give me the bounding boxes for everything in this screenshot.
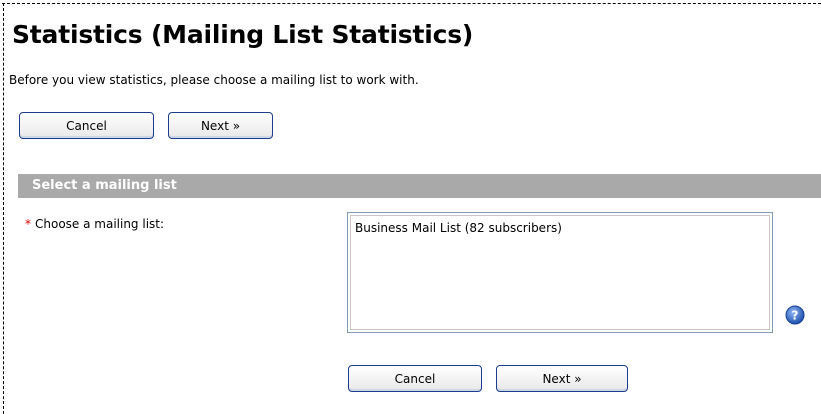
frame-border-top — [2, 3, 821, 4]
intro-text: Before you view statistics, please choos… — [9, 73, 419, 87]
list-option[interactable]: Business Mail List (82 subscribers) — [355, 221, 765, 235]
next-button-top[interactable]: Next » — [168, 112, 273, 139]
cancel-button-top[interactable]: Cancel — [19, 112, 154, 139]
page-title: Statistics (Mailing List Statistics) — [12, 20, 474, 49]
cancel-button-bottom[interactable]: Cancel — [348, 365, 482, 392]
help-icon[interactable]: ? — [785, 305, 805, 325]
required-marker: * — [25, 217, 31, 231]
section-header: Select a mailing list — [18, 174, 821, 198]
next-button-bottom[interactable]: Next » — [496, 365, 628, 392]
svg-text:?: ? — [792, 309, 799, 323]
frame-border-left — [3, 3, 4, 414]
field-label-text: Choose a mailing list: — [35, 217, 165, 231]
mailing-list-select[interactable]: Business Mail List (82 subscribers) — [347, 212, 773, 333]
mailing-list-field-label: * Choose a mailing list: — [25, 217, 164, 231]
listbox-inner: Business Mail List (82 subscribers) — [350, 215, 770, 330]
